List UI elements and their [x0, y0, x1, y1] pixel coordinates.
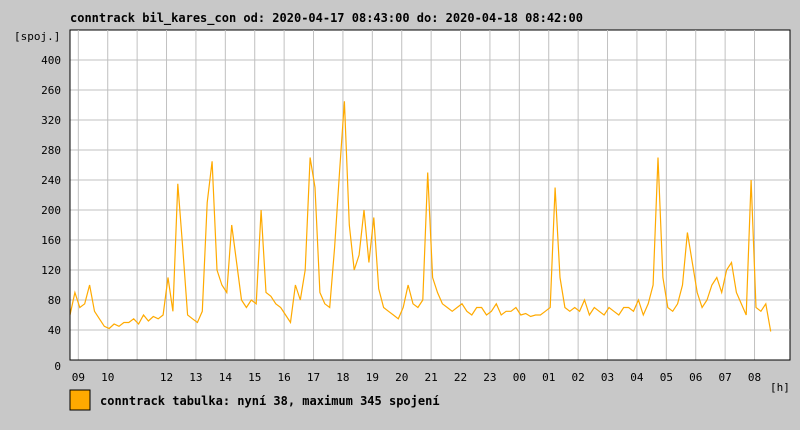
x-tick-label: 00 — [513, 371, 526, 384]
x-tick-label: 20 — [395, 371, 408, 384]
x-tick-label: 09 — [72, 371, 85, 384]
x-axis-label: [h] — [770, 381, 790, 394]
x-tick-label: 08 — [748, 371, 761, 384]
y-tick-label: 120 — [41, 264, 61, 277]
y-axis-label: [spoj.] — [14, 30, 60, 43]
x-tick-label: 13 — [189, 371, 202, 384]
x-tick-label: 19 — [366, 371, 379, 384]
y-tick-label: 200 — [41, 204, 61, 217]
y-tick-label: 400 — [41, 54, 61, 67]
x-tick-label: 06 — [689, 371, 702, 384]
y-tick-label: 0 — [54, 360, 61, 373]
x-tick-label: 18 — [336, 371, 349, 384]
x-tick-label: 05 — [660, 371, 673, 384]
y-tick-label: 260 — [41, 84, 61, 97]
chart-container: conntrack bil_kares_con od: 2020-04-17 0… — [0, 0, 800, 430]
y-tick-label: 40 — [48, 324, 61, 337]
plot-area — [69, 29, 791, 361]
x-tick-label: 17 — [307, 371, 320, 384]
x-tick-label: 15 — [248, 371, 261, 384]
x-tick-label: 04 — [630, 371, 644, 384]
chart-title: conntrack bil_kares_con od: 2020-04-17 0… — [70, 11, 583, 26]
x-tick-label: 03 — [601, 371, 614, 384]
x-tick-label: 01 — [542, 371, 555, 384]
y-tick-label: 160 — [41, 234, 61, 247]
x-tick-label: 16 — [278, 371, 291, 384]
legend-label: conntrack tabulka: nyní 38, maximum 345 … — [100, 394, 440, 408]
y-tick-label: 320 — [41, 114, 61, 127]
x-tick-label: 22 — [454, 371, 467, 384]
x-tick-label: 23 — [483, 371, 496, 384]
y-tick-label: 80 — [48, 294, 61, 307]
x-tick-label: 10 — [101, 371, 114, 384]
x-tick-label: 02 — [572, 371, 585, 384]
x-tick-label: 12 — [160, 371, 173, 384]
legend-swatch — [69, 389, 91, 411]
conntrack-chart: conntrack bil_kares_con od: 2020-04-17 0… — [14, 11, 791, 411]
y-tick-label: 280 — [41, 144, 61, 157]
x-tick-label: 21 — [425, 371, 438, 384]
x-tick-label: 14 — [219, 371, 233, 384]
y-tick-label: 240 — [41, 174, 61, 187]
x-tick-label: 07 — [719, 371, 732, 384]
